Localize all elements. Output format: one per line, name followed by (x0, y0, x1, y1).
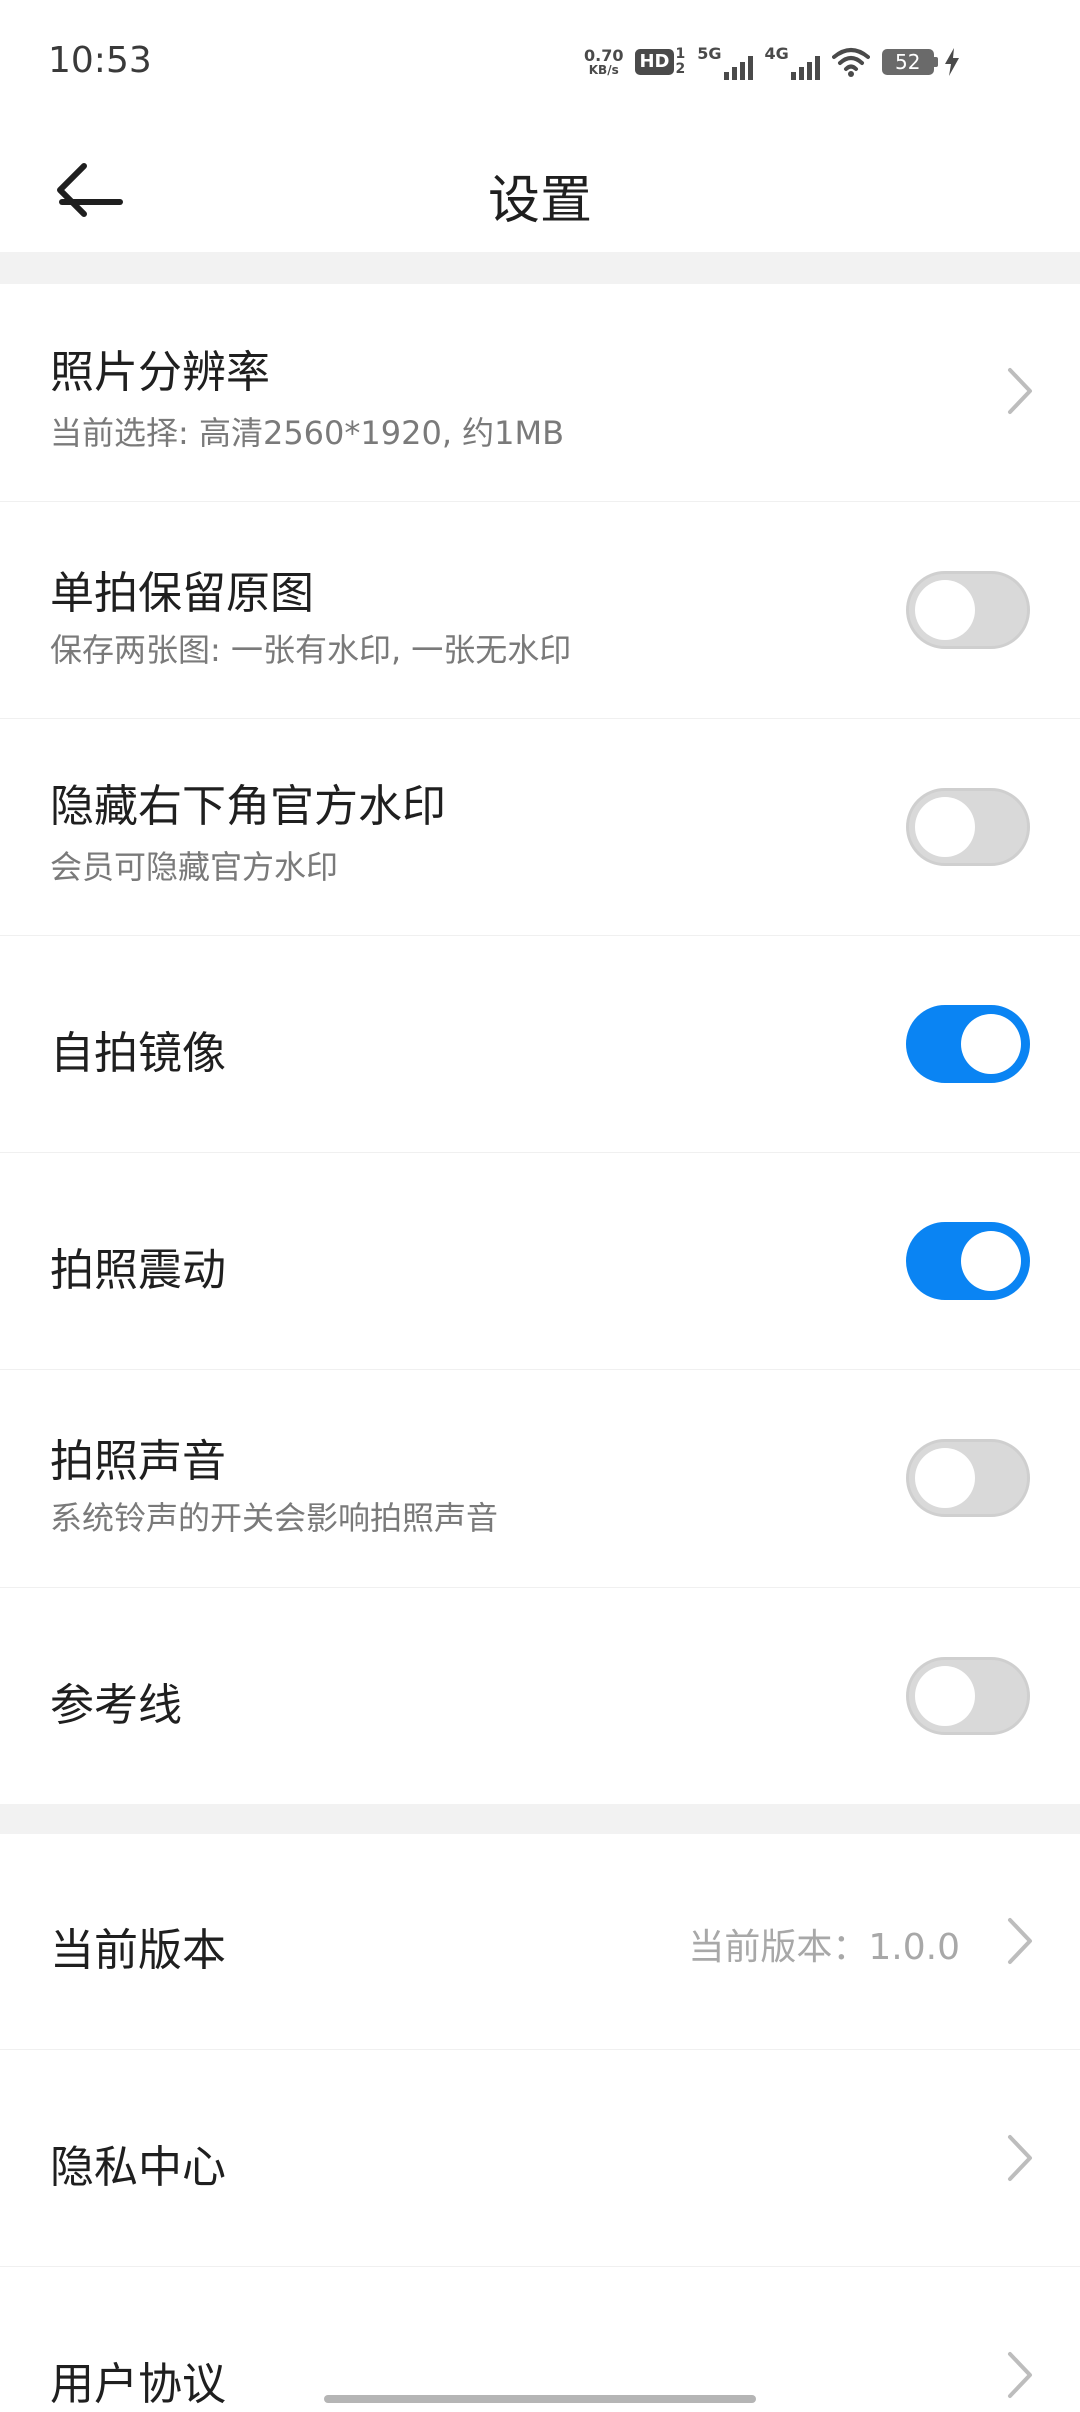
setting-title: 当前版本 (50, 1925, 226, 1976)
version-value: 当前版本：1.0.0 (688, 1927, 960, 1968)
setting-photo-resolution[interactable]: 照片分辨率 当前选择: 高清2560*1920, 约1MB (0, 284, 1080, 502)
title-bar: 设置 (0, 128, 1080, 252)
shutter-vibration-toggle[interactable] (906, 1222, 1030, 1300)
hd-sim-bottom: 2 (675, 61, 686, 77)
hd-icon: HD 1 2 (635, 47, 685, 77)
setting-subtitle: 会员可隐藏官方水印 (50, 848, 339, 886)
setting-selfie-mirror: 自拍镜像 (0, 935, 1080, 1153)
setting-title: 隐藏右下角官方水印 (50, 781, 446, 832)
signal-4g-icon: 4G (765, 44, 820, 80)
setting-subtitle: 当前选择: 高清2560*1920, 约1MB (50, 414, 565, 452)
status-icons: 0.70 KB/s HD 1 2 5G 4G 52 (584, 42, 960, 82)
setting-shutter-vibration: 拍照震动 (0, 1152, 1080, 1370)
net-speed-unit: KB/s (588, 62, 619, 77)
setting-title: 拍照震动 (50, 1245, 226, 1296)
setting-subtitle: 保存两张图: 一张有水印, 一张无水印 (50, 631, 572, 669)
keep-original-toggle[interactable] (906, 571, 1030, 649)
setting-title: 隐私中心 (50, 2142, 226, 2193)
hd-label: HD (635, 49, 674, 75)
setting-grid-lines: 参考线 (0, 1587, 1080, 1804)
chevron-right-icon (1008, 2352, 1032, 2398)
grid-lines-toggle[interactable] (906, 1657, 1030, 1735)
setting-title: 单拍保留原图 (50, 568, 314, 619)
charging-icon (944, 48, 959, 76)
setting-subtitle: 系统铃声的开关会影响拍照声音 (50, 1499, 499, 1537)
section-divider (0, 252, 1080, 284)
net-speed-value: 0.70 (584, 45, 624, 65)
battery-icon: 52 (881, 48, 960, 76)
status-bar: 10:53 0.70 KB/s HD 1 2 5G 4G 52 (0, 0, 1080, 128)
setting-shutter-sound: 拍照声音 系统铃声的开关会影响拍照声音 (0, 1369, 1080, 1588)
signal-4g-label: 4G (764, 44, 789, 63)
chevron-right-icon (1008, 2135, 1032, 2181)
setting-keep-original: 单拍保留原图 保存两张图: 一张有水印, 一张无水印 (0, 501, 1080, 719)
setting-title: 参考线 (50, 1680, 182, 1731)
home-indicator[interactable] (324, 2395, 756, 2403)
net-speed: 0.70 KB/s (584, 45, 624, 77)
battery-level: 52 (881, 49, 934, 75)
section-divider (0, 1804, 1080, 1834)
selfie-mirror-toggle[interactable] (906, 1005, 1030, 1083)
chevron-right-icon (1008, 368, 1032, 414)
setting-title: 照片分辨率 (50, 347, 270, 398)
setting-title: 自拍镜像 (50, 1028, 226, 1079)
hide-watermark-toggle[interactable] (906, 788, 1030, 866)
setting-privacy[interactable]: 隐私中心 (0, 2049, 1080, 2267)
chevron-right-icon (1008, 1918, 1032, 1964)
setting-title: 拍照声音 (50, 1436, 226, 1487)
shutter-sound-toggle[interactable] (906, 1439, 1030, 1517)
signal-5g-icon: 5G (697, 44, 753, 80)
signal-5g-label: 5G (697, 44, 722, 63)
setting-hide-watermark: 隐藏右下角官方水印 会员可隐藏官方水印 (0, 718, 1080, 936)
wifi-icon (831, 48, 870, 77)
setting-title: 用户协议 (50, 2359, 226, 2410)
hd-sim-top: 1 (675, 46, 686, 62)
setting-agreement[interactable]: 用户协议 (0, 2266, 1080, 2410)
status-time: 10:53 (48, 40, 152, 81)
setting-version[interactable]: 当前版本 当前版本：1.0.0 (0, 1834, 1080, 2050)
page-title: 设置 (487, 171, 592, 231)
